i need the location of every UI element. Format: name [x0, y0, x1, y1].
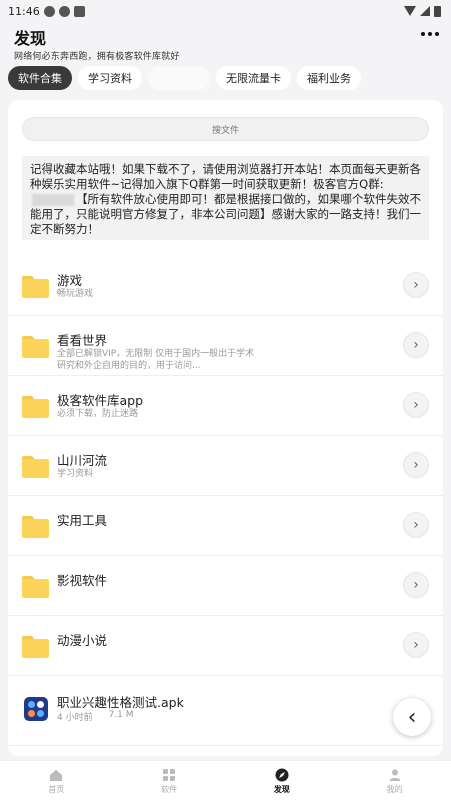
folder-title: 山川河流	[57, 453, 108, 468]
nav-label: 我的	[386, 785, 403, 794]
chevron-right-icon[interactable]: ›	[403, 452, 429, 478]
signal-icon	[420, 6, 430, 16]
compass-icon	[275, 768, 289, 782]
apk-app-icon	[24, 697, 48, 721]
app-notification-icon	[73, 5, 85, 17]
wifi-icon	[404, 6, 416, 16]
nav-label: 发现	[273, 785, 290, 794]
tab-unlimited-data-card[interactable]: 无限流量卡	[216, 66, 291, 90]
grid-icon	[163, 769, 176, 781]
content-card: 搜文件 记得收藏本站哦！如果下载不了，请使用浏览器打开本站！本页面每天更新各种娱…	[8, 100, 443, 756]
folder-icon	[22, 576, 49, 598]
folder-icon	[22, 336, 49, 358]
folder-row-mountains-rivers[interactable]: 山川河流 学习资料 ›	[8, 436, 443, 496]
chevron-right-icon[interactable]: ›	[403, 512, 429, 538]
folder-title: 影视软件	[57, 573, 108, 588]
file-size: 7.1 M	[108, 710, 134, 720]
folder-title: 游戏	[57, 273, 83, 288]
folder-title: 看看世界	[57, 333, 108, 348]
folder-icon	[22, 636, 49, 658]
search-placeholder: 搜文件	[211, 125, 239, 136]
file-title: 职业兴趣性格测试.apk	[57, 695, 184, 710]
page-subtitle: 网络何必东奔西跑，拥有极客软件库就好	[14, 52, 180, 62]
folder-row-world[interactable]: 看看世界 全部已解锁VIP，无限制 仅用于国内一般出于学术研究和外企自用的目的，…	[8, 316, 443, 376]
chevron-right-icon[interactable]: ›	[403, 392, 429, 418]
status-bar: 11:46	[0, 0, 451, 22]
back-button[interactable]: ‹	[393, 698, 431, 736]
folder-icon	[22, 516, 49, 538]
tab-hidden[interactable]	[148, 66, 210, 90]
folder-icon	[22, 456, 49, 478]
nav-software[interactable]: 软件	[113, 761, 226, 802]
file-list: 游戏 畅玩游戏 › 看看世界 全部已解锁VIP，无限制 仅用于国内一般出于学术研…	[8, 256, 443, 746]
chevron-left-icon: ‹	[407, 704, 417, 730]
nav-home[interactable]: 首页	[0, 761, 113, 802]
folder-title: 实用工具	[57, 513, 108, 528]
notice-text-before: 记得收藏本站哦！如果下载不了，请使用浏览器打开本站！本页面每天更新各种娱乐实用软…	[30, 162, 421, 191]
more-menu-button[interactable]	[421, 32, 439, 36]
folder-subtitle: 畅玩游戏	[57, 289, 94, 299]
file-time: 4 小时前	[57, 713, 93, 723]
folder-subtitle: 学习资料	[57, 469, 94, 479]
page-title: 发现	[14, 29, 47, 48]
folder-row-geek-app[interactable]: 极客软件库app 必须下载，防止迷路 ›	[8, 376, 443, 436]
folder-row-anime-novel[interactable]: 动漫小说 ›	[8, 616, 443, 676]
chevron-right-icon[interactable]: ›	[403, 272, 429, 298]
folder-title: 动漫小说	[57, 633, 108, 648]
nav-discover[interactable]: 发现	[226, 761, 339, 802]
folder-subtitle: 必须下载，防止迷路	[57, 409, 139, 419]
notice-box: 记得收藏本站哦！如果下载不了，请使用浏览器打开本站！本页面每天更新各种娱乐实用软…	[22, 156, 429, 240]
telegram-icon	[58, 5, 70, 17]
nav-label: 首页	[48, 785, 65, 794]
user-icon	[389, 769, 401, 781]
nav-profile[interactable]: 我的	[338, 761, 451, 802]
notice-text-after: 【所有软件放心使用即可！都是根据接口做的，如果哪个软件失效不能用了，只能说明官方…	[30, 192, 421, 236]
search-input[interactable]: 搜文件	[22, 117, 429, 141]
chevron-right-icon[interactable]: ›	[403, 332, 429, 358]
folder-icon	[22, 396, 49, 418]
home-icon	[50, 770, 63, 781]
folder-title: 极客软件库app	[57, 393, 144, 408]
status-time: 11:46	[8, 4, 40, 18]
more-dots-icon	[421, 32, 425, 36]
battery-icon	[434, 5, 441, 17]
tab-software-collection[interactable]: 软件合集	[8, 66, 72, 90]
chevron-right-icon[interactable]: ›	[403, 572, 429, 598]
tab-study-materials[interactable]: 学习资料	[78, 66, 142, 90]
category-tabs: 软件合集 学习资料 无限流量卡 福利业务	[8, 66, 361, 90]
redacted-qq-number	[32, 193, 74, 206]
folder-icon	[22, 276, 49, 298]
folder-row-games[interactable]: 游戏 畅玩游戏 ›	[8, 256, 443, 316]
folder-row-video[interactable]: 影视软件 ›	[8, 556, 443, 616]
tab-welfare-business[interactable]: 福利业务	[297, 66, 361, 90]
chevron-right-icon[interactable]: ›	[403, 632, 429, 658]
nav-label: 软件	[161, 785, 178, 794]
folder-row-tools[interactable]: 实用工具 ›	[8, 496, 443, 556]
bottom-navigation: 首页 软件 发现 我的	[0, 760, 451, 802]
header: 发现 网络何必东奔西跑，拥有极客软件库就好	[0, 22, 451, 62]
file-row-apk[interactable]: 职业兴趣性格测试.apk 4 小时前 7.1 M	[8, 676, 443, 746]
folder-subtitle: 全部已解锁VIP，无限制 仅用于国内一般出于学术研究和外企自用的目的，用于访问.…	[57, 349, 255, 371]
notification-icon	[43, 5, 55, 17]
